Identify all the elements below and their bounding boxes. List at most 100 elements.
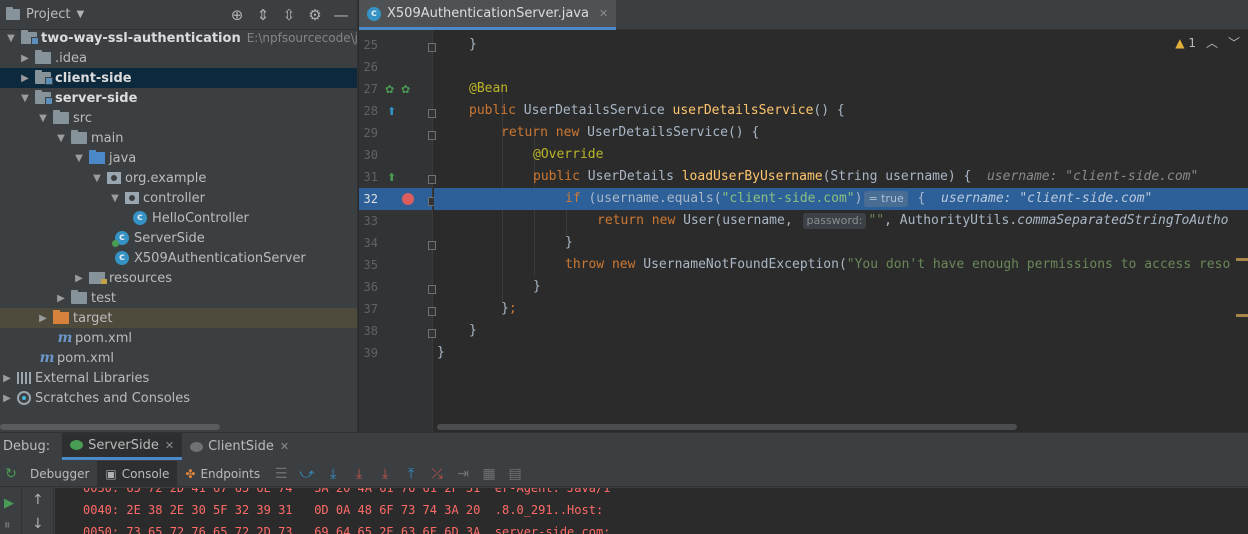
- breakpoint-icon[interactable]: [402, 193, 414, 205]
- implements-icon[interactable]: ⬆: [387, 105, 396, 118]
- chevron-down-icon[interactable]: ▼: [76, 9, 84, 20]
- chevron-down-icon[interactable]: ▼: [18, 93, 32, 104]
- code-line-37: };: [501, 301, 517, 316]
- code-area[interactable]: } @Bean public UserDetailsService userDe…: [434, 30, 1248, 432]
- bean-icon[interactable]: ✿: [385, 83, 394, 96]
- chevron-right-icon[interactable]: ▶: [54, 293, 68, 304]
- param-hint-badge: password:: [802, 213, 867, 229]
- console-output[interactable]: 0030: 65 72 2D 41 67 65 6E 74 3A 20 4A 6…: [55, 488, 1248, 534]
- chevron-down-icon[interactable]: ▼: [72, 153, 86, 164]
- tree-item-hello-controller[interactable]: c HelloController: [0, 208, 357, 228]
- tree-item-server-side-class[interactable]: c ServerSide: [0, 228, 357, 248]
- editor-tabs: c X509AuthenticationServer.java ✕: [359, 0, 1248, 30]
- tree-item-external-libraries[interactable]: ▶ External Libraries: [0, 368, 357, 388]
- line-number: 31: [363, 170, 378, 184]
- tree-item-idea[interactable]: ▶ .idea: [0, 48, 357, 68]
- tree-item-label: .idea: [55, 50, 87, 66]
- project-view-selector[interactable]: Project: [26, 7, 70, 22]
- tab-label: Endpoints: [200, 466, 261, 481]
- tree-item-path: E:\npfsourcecode\java\sc: [246, 31, 358, 45]
- show-execution-point-icon[interactable]: ⤻: [294, 466, 320, 482]
- chevron-right-icon[interactable]: ▶: [0, 373, 14, 384]
- module-folder-icon: [35, 70, 53, 85]
- step-over-icon[interactable]: ⤓: [320, 466, 346, 482]
- tab-endpoints[interactable]: ✤ Endpoints: [177, 461, 268, 487]
- package-icon: [125, 192, 139, 204]
- tree-item-server-side[interactable]: ▼ server-side: [0, 88, 357, 108]
- tree-item-resources[interactable]: ▶ resources: [0, 268, 357, 288]
- tab-label: Console: [121, 466, 170, 481]
- line-number: 30: [363, 148, 378, 162]
- maven-icon: m: [57, 330, 73, 346]
- chevron-right-icon[interactable]: ▶: [0, 393, 14, 404]
- menu-icon[interactable]: ☰: [268, 466, 294, 482]
- run-to-cursor-icon[interactable]: ⇥: [450, 466, 476, 482]
- chevron-down-icon[interactable]: ▼: [36, 113, 50, 124]
- locate-icon[interactable]: ⊕: [229, 5, 245, 25]
- close-icon[interactable]: ✕: [280, 440, 289, 453]
- tree-item-test[interactable]: ▶ test: [0, 288, 357, 308]
- pause-icon[interactable]: ⏸: [4, 518, 11, 533]
- chevron-down-icon[interactable]: ▼: [54, 133, 68, 144]
- tree-item-client-side[interactable]: ▶ client-side: [0, 68, 357, 88]
- arrow-down-icon[interactable]: ↓: [32, 516, 44, 532]
- tree-item-scratches[interactable]: ▶ Scratches and Consoles: [0, 388, 357, 408]
- expand-all-icon[interactable]: ⇕: [255, 5, 271, 25]
- tree-item-root[interactable]: ▼ two-way-ssl-authentication E:\npfsourc…: [0, 28, 357, 48]
- module-folder-icon: [21, 30, 39, 45]
- chevron-right-icon[interactable]: ▶: [18, 73, 32, 84]
- evaluate-icon[interactable]: ▦: [476, 466, 502, 482]
- tree-item-controller[interactable]: ▼ controller: [0, 188, 357, 208]
- arrow-up-icon[interactable]: ↑: [32, 492, 44, 508]
- tree-item-label: resources: [109, 270, 173, 286]
- chevron-down-icon[interactable]: ▼: [90, 173, 104, 184]
- hide-icon[interactable]: —: [333, 5, 349, 25]
- tab-debugger[interactable]: Debugger: [22, 461, 97, 487]
- tree-item-org-example[interactable]: ▼ org.example: [0, 168, 357, 188]
- bean-icon[interactable]: ✿: [401, 83, 410, 96]
- tree-item-target[interactable]: ▶ target: [0, 308, 357, 328]
- close-icon[interactable]: ✕: [599, 7, 608, 20]
- tree-item-label: client-side: [55, 70, 132, 86]
- rerun-icon[interactable]: ↻: [0, 466, 22, 482]
- tree-item-src[interactable]: ▼ src: [0, 108, 357, 128]
- folder-icon: [71, 130, 87, 144]
- horizontal-scrollbar[interactable]: [0, 424, 220, 430]
- line-number: 28: [363, 104, 378, 118]
- tree-item-label: main: [91, 130, 124, 146]
- tree-item-x509-server[interactable]: c X509AuthenticationServer: [0, 248, 357, 268]
- error-stripe-mark[interactable]: [1236, 314, 1248, 317]
- tree-item-main[interactable]: ▼ main: [0, 128, 357, 148]
- tree-item-label: pom.xml: [57, 350, 114, 366]
- step-into-icon[interactable]: ⤓: [346, 466, 372, 482]
- tree-item-pom-root[interactable]: m pom.xml: [0, 348, 357, 368]
- collapse-all-icon[interactable]: ⇳: [281, 5, 297, 25]
- tab-client-side[interactable]: ClientSide ✕: [182, 433, 297, 460]
- tab-console[interactable]: ▣ Console: [97, 460, 178, 487]
- error-stripe-mark[interactable]: [1236, 258, 1248, 261]
- project-folder-icon: [6, 7, 20, 20]
- chevron-right-icon[interactable]: ▶: [72, 273, 86, 284]
- chevron-right-icon[interactable]: ▶: [36, 313, 50, 324]
- close-icon[interactable]: ✕: [165, 439, 174, 452]
- chevron-right-icon[interactable]: ▶: [18, 53, 32, 64]
- resume-icon[interactable]: ▶: [4, 496, 14, 511]
- chevron-down-icon[interactable]: ▼: [4, 33, 18, 44]
- tree-item-java[interactable]: ▼ java: [0, 148, 357, 168]
- horizontal-scrollbar[interactable]: [437, 424, 1017, 430]
- console-line: 0030: 65 72 2D 41 67 65 6E 74 3A 20 4A 6…: [83, 488, 611, 495]
- drop-frame-icon[interactable]: ⤰: [424, 466, 450, 482]
- step-out-icon[interactable]: ⤒: [398, 466, 424, 482]
- tab-server-side[interactable]: ServerSide ✕: [62, 433, 183, 460]
- gear-icon[interactable]: ⚙: [307, 5, 323, 25]
- override-icon[interactable]: ⬆: [387, 171, 396, 184]
- tree-item-pom-server[interactable]: m pom.xml: [0, 328, 357, 348]
- force-step-into-icon[interactable]: ⤓: [372, 466, 398, 482]
- tab-x509-authentication-server[interactable]: c X509AuthenticationServer.java ✕: [359, 0, 617, 30]
- line-number-current: 32: [359, 188, 432, 210]
- trace-icon[interactable]: ▤: [502, 466, 528, 482]
- line-number: 34: [363, 236, 378, 250]
- code-line-31: public UserDetails loadUserByUsername(St…: [533, 169, 1199, 184]
- chevron-down-icon[interactable]: ▼: [108, 193, 122, 204]
- debug-label: Debug:: [3, 439, 51, 454]
